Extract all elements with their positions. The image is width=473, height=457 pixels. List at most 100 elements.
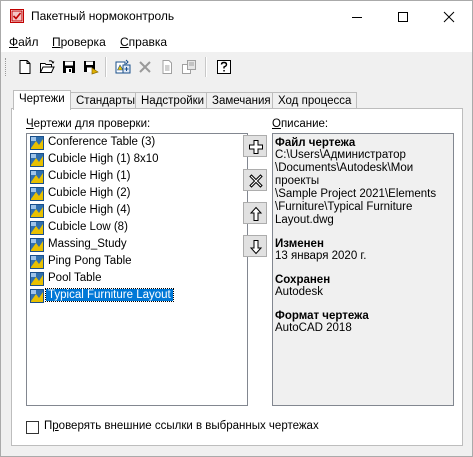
toolbar [1,53,472,81]
close-icon [443,11,455,23]
move-down-button[interactable] [243,235,267,257]
minimize-icon [352,17,362,18]
drawings-list-label-text: ертежи для проверки: [33,118,151,130]
description-label-text: писание: [280,118,329,130]
drawing-list-item[interactable]: Massing_Study [29,237,245,254]
new-button[interactable] [14,56,36,78]
drawing-name: Massing_Study [48,238,127,250]
close-button[interactable] [426,1,472,32]
remove-drawing-side-button[interactable] [243,169,267,191]
dwg-file-icon [30,153,44,170]
save-button[interactable] [58,56,80,78]
toolbar-grip[interactable] [5,58,8,76]
add-drawing-button[interactable] [112,56,134,78]
copy-icon [162,60,172,74]
save-icon [63,61,75,73]
dwg-file-icon [30,187,44,204]
arrow-down-icon [249,240,263,255]
drawing-list-item[interactable]: Cubicle High (2) [29,186,245,203]
save-as-icon [84,61,99,75]
dwg-file-icon [30,238,44,255]
drawing-list-item[interactable]: Cubicle Low (8) [29,220,245,237]
dwg-file-icon [30,204,44,221]
open-icon [39,60,55,73]
drawing-name: Cubicle Low (8) [48,221,128,233]
dwg-file-icon [30,136,44,153]
tab-standards[interactable]: Стандарты [70,92,141,109]
add-drawing-side-button[interactable] [243,135,267,157]
menu-bar: Файл Проверка Справка [1,32,472,52]
dwg-file-icon [30,272,44,289]
remove-drawing-button[interactable] [134,56,156,78]
help-icon [217,60,231,74]
batch-icon [182,60,196,74]
add-drawing-icon [115,59,131,74]
tab-progress[interactable]: Ход процесса [272,92,358,109]
menu-help-accel: С [120,35,129,49]
menu-help[interactable]: Справка [120,35,167,49]
plus-icon [249,140,263,154]
description-panel: Файл чертежа C:\Users\Администратор \Doc… [272,133,454,406]
drawings-tab-panel: Чертежи для проверки: Conference Table (… [11,108,463,446]
dwg-file-icon [30,221,44,238]
menu-check[interactable]: Проверка [52,35,106,49]
copy-button[interactable] [156,56,178,78]
drawing-name: Pool Table [48,272,102,284]
toolbar-separator [105,57,107,77]
check-xrefs-label-text: оверять внешние ссылки в выбранных черте… [58,420,319,432]
app-icon [10,9,24,23]
menu-file-accel: Ф [9,35,19,49]
window-title: Пакетный нормоконтроль [31,9,175,23]
batch-button[interactable] [178,56,200,78]
drawing-list-item[interactable]: Cubicle High (1) 8x10 [29,152,245,169]
drawing-name: Cubicle High (1) 8x10 [48,153,159,165]
description-label: Описание: [272,118,328,130]
drawing-list-item[interactable]: Typical Furniture Layout [29,288,245,305]
drawings-list-label: Чертежи для проверки: [26,118,150,130]
drawing-list-item[interactable]: Conference Table (3) [29,135,245,152]
title-bar: Пакетный нормоконтроль [1,1,472,32]
menu-file[interactable]: Файл [9,35,39,49]
drawing-list-item[interactable]: Ping Pong Table [29,254,245,271]
drawings-list[interactable]: Conference Table (3) Cubicle High (1) 8x1… [26,133,248,406]
menu-help-label: правка [128,35,168,49]
check-xrefs-checkbox[interactable] [26,421,39,434]
drawing-name: Cubicle High (1) [48,170,131,182]
maximize-button[interactable] [380,1,426,32]
drawing-name: Cubicle High (2) [48,187,131,199]
remove-drawing-icon [139,61,151,73]
drawings-list-label-accel: Ч [26,118,34,130]
file-path-line: C:\Users\Администратор [275,149,406,161]
help-button[interactable] [213,56,235,78]
minimize-button[interactable] [334,1,380,32]
dwg-file-icon [30,289,44,306]
save-as-button[interactable] [80,56,102,78]
menu-check-accel: П [52,35,61,49]
new-icon [19,60,31,74]
menu-check-label: роверка [60,35,106,49]
menu-file-label: айл [18,35,39,49]
move-up-button[interactable] [243,202,267,224]
remove-icon [249,174,263,188]
open-button[interactable] [36,56,58,78]
modified-heading: Изменен [275,238,324,250]
tab-problems[interactable]: Замечания [206,92,277,109]
maximize-icon [398,12,408,22]
saved-heading: Сохранен [275,274,331,286]
drawing-list-item[interactable]: Pool Table [29,271,245,288]
drawing-name: Typical Furniture Layout [45,288,174,302]
drawing-list-item[interactable]: Cubicle High (4) [29,203,245,220]
batch-standards-checker-window: Пакетный нормоконтроль Файл Проверка Спр… [0,0,473,457]
format-value: AutoCAD 2018 [275,322,352,334]
arrow-up-icon [249,206,263,221]
tab-plugins[interactable]: Надстройки [135,92,211,109]
check-xrefs-label[interactable]: Проверять внешние ссылки в выбранных чер… [44,420,319,432]
dwg-file-icon [30,170,44,187]
file-path-line: \Sample Project 2021\Elements [275,188,437,200]
format-heading: Формат чертежа [275,310,369,322]
file-path-line: Layout.dwg [275,214,334,226]
tab-drawings[interactable]: Чертежи [13,90,71,110]
drawing-list-item[interactable]: Cubicle High (1) [29,169,245,186]
toolbar-separator [205,57,207,77]
drawing-name: Conference Table (3) [48,136,156,148]
